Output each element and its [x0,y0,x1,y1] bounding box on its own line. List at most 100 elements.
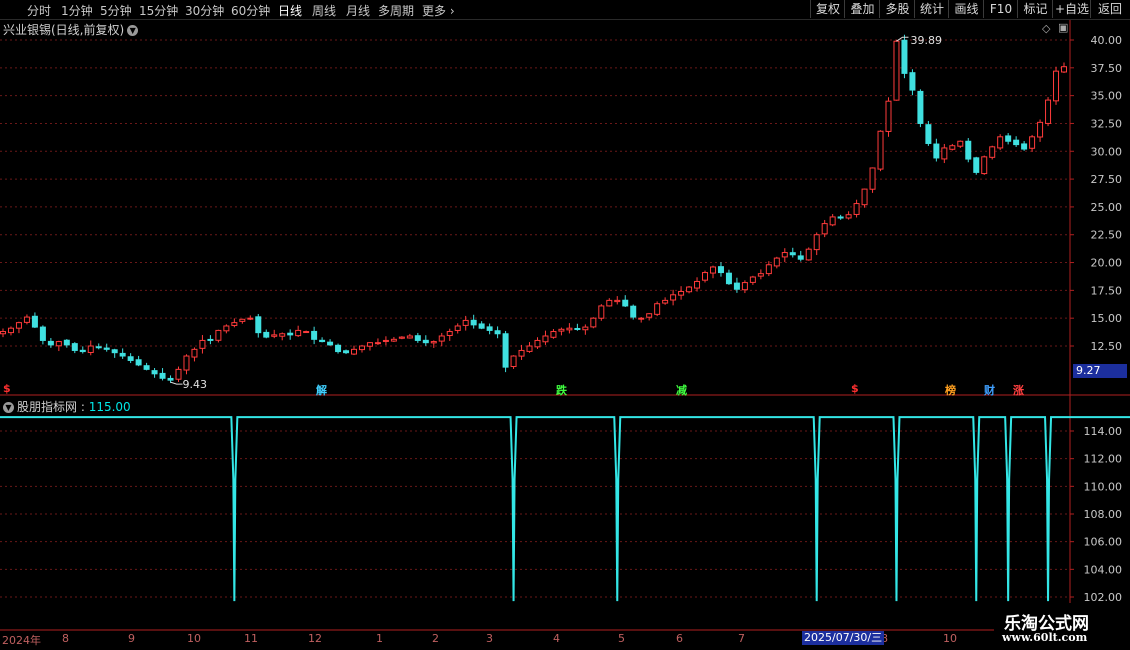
chevron-down-icon[interactable]: ▼ [127,25,139,36]
candle [630,305,637,318]
y-tick-label: 114.00 [1084,425,1123,438]
y-tick-label: 40.00 [1091,34,1123,47]
candle [821,223,828,235]
candle [829,216,836,226]
candle [773,257,780,267]
candle [335,344,342,353]
candle [709,266,716,274]
candle [797,255,804,260]
candle [87,345,94,353]
min-price-label: 9.43 [183,378,208,391]
candle [901,39,908,74]
candle [271,334,278,337]
candle [574,327,581,330]
candle [430,341,437,344]
candle [765,264,772,275]
event-marker-rise[interactable]: 涨 [1013,382,1024,398]
event-marker-dividend-2[interactable]: $ [851,382,859,395]
candle [111,349,118,354]
candle [398,336,405,339]
candle [1005,135,1012,142]
candle [518,349,525,357]
candle [981,156,988,175]
candle [0,331,6,335]
y-tick-label: 35.00 [1091,90,1123,103]
candle [303,331,310,334]
indicator-pane-title: ▼ 股朋指标网 : 115.00 [3,398,131,415]
event-marker-dividend[interactable]: $ [3,382,11,395]
candle [694,280,701,289]
x-label: 9 [128,632,135,645]
cursor-date-tag: 2025/07/30/三 [802,631,885,645]
candle [79,349,86,353]
candle [590,317,597,328]
x-label: 1 [376,632,383,645]
y-tick-label: 110.00 [1084,480,1123,493]
candle [414,335,421,341]
y-tick-label: 15.00 [1091,312,1123,325]
candle [877,130,884,170]
event-marker-reduce[interactable]: 减 [676,382,687,398]
x-label: 10 [943,632,957,645]
candle [510,355,517,368]
candle [662,299,669,304]
candle [813,234,820,251]
stock-chart[interactable]: 40.00 37.50 35.00 32.50 30.00 27.50 25.00 22.50… [0,0,1130,650]
chevron-down-icon[interactable]: ▼ [3,402,14,413]
event-marker-finance[interactable]: 财 [984,382,995,398]
candle [933,143,940,159]
candle [351,348,358,355]
candle [462,319,469,326]
candle [103,347,110,350]
event-marker-unlock[interactable]: 解 [316,382,327,398]
candle [486,326,493,331]
candle [247,317,254,320]
x-label: 7 [738,632,745,645]
candle [550,331,557,338]
candle [534,339,541,348]
candle [39,326,46,341]
candle [151,370,158,375]
candle [327,341,334,346]
y-tick-label: 27.50 [1091,173,1123,186]
candle [733,282,740,290]
candle [263,331,270,338]
candle [454,325,461,331]
candle [1021,143,1028,150]
stock-title: 兴业银锡(日线,前复权) [3,23,125,37]
candle [717,266,724,274]
max-price-label: 39.89 [910,34,942,47]
candle [1061,66,1067,73]
event-marker-drop[interactable]: 跌 [556,382,567,398]
candle [622,299,629,307]
candle [837,216,844,219]
candle [319,339,326,343]
candle [654,303,661,315]
candle [191,348,198,358]
y-tick-label: 106.00 [1084,536,1123,549]
candle [853,203,860,215]
x-label-year: 2024年 [2,634,41,647]
candle [941,147,948,160]
watermark-logo: 乐淘公式网 www.60lt.com [994,603,1130,650]
candle [781,252,788,258]
candle [311,330,318,340]
candle [127,356,134,361]
candle [646,313,653,318]
x-label: 12 [308,632,322,645]
candle [478,323,485,329]
candle [997,136,1004,149]
candle [343,350,350,354]
candle [670,294,677,301]
diamond-icon[interactable]: ◇ [1042,22,1050,35]
candle [686,286,693,293]
candle [63,339,70,346]
indicator-value: 115.00 [88,400,131,414]
candle [295,329,302,337]
candle [678,290,685,296]
window-toggle-icon[interactable]: ▣ [1058,21,1068,34]
candle [606,299,613,307]
event-marker-list[interactable]: 榜 [945,382,956,398]
candle [1037,121,1044,138]
candle [893,40,900,101]
